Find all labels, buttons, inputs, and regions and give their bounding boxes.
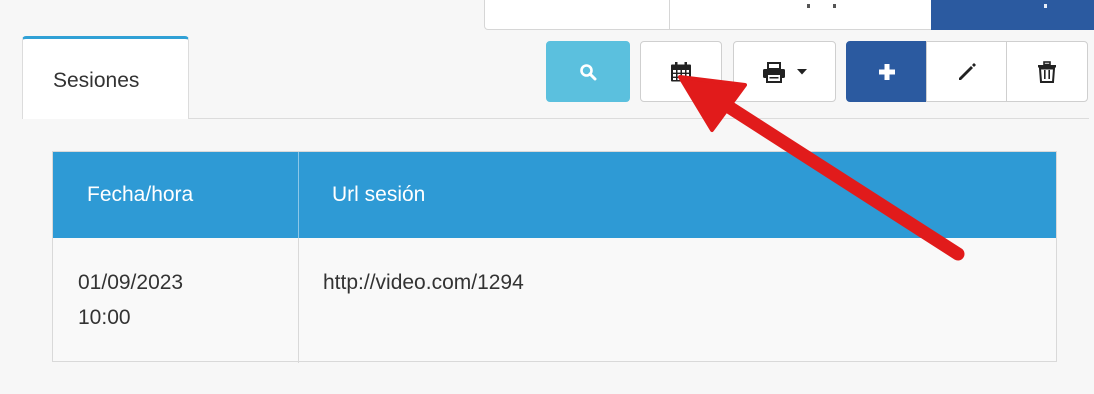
caret-down-icon	[796, 68, 807, 74]
plus-icon	[878, 63, 895, 80]
sessions-table: Fecha/hora Url sesión 01/09/2023 10:00 h…	[52, 151, 1057, 363]
column-header-fecha-hora[interactable]: Fecha/hora	[87, 152, 193, 238]
pencil-icon	[958, 62, 976, 80]
column-divider	[298, 238, 299, 363]
print-dropdown-button[interactable]	[733, 41, 836, 102]
tab-sesiones[interactable]: Sesiones	[22, 36, 189, 119]
partial-glyph	[1044, 4, 1047, 8]
calendar-button[interactable]	[640, 41, 722, 102]
print-icon	[762, 61, 785, 83]
table-row-cell-fecha[interactable]: 01/09/2023 10:00	[78, 265, 278, 335]
top-toolbar-partial	[484, 0, 1094, 30]
top-button-partial-1[interactable]	[484, 0, 670, 30]
partial-glyph	[833, 4, 836, 8]
header-divider	[298, 152, 299, 238]
table-header: Fecha/hora Url sesión	[53, 152, 1056, 238]
partial-glyph	[807, 4, 810, 8]
tab-sesiones-label: Sesiones	[53, 69, 140, 92]
top-button-partial-3[interactable]	[931, 0, 1094, 30]
fecha-time: 10:00	[78, 306, 131, 329]
table-row-cell-url[interactable]: http://video.com/1294	[323, 265, 524, 300]
search-icon	[580, 63, 597, 80]
add-button[interactable]	[846, 41, 927, 102]
search-button[interactable]	[546, 41, 630, 102]
fecha-date: 01/09/2023	[78, 271, 184, 294]
edit-button[interactable]	[926, 41, 1007, 102]
trash-icon	[1038, 60, 1056, 83]
top-button-partial-2[interactable]	[669, 0, 932, 30]
crud-button-group	[846, 41, 1088, 102]
tab-divider	[189, 118, 1089, 119]
calendar-icon	[671, 61, 691, 81]
column-header-url-sesion[interactable]: Url sesión	[332, 152, 425, 238]
delete-button[interactable]	[1006, 41, 1088, 102]
